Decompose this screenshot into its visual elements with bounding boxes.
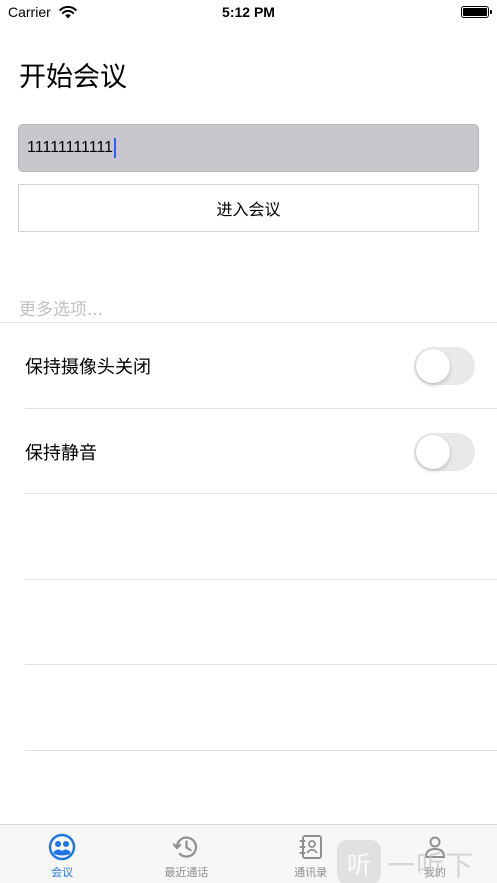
mute-toggle[interactable]	[414, 433, 475, 471]
watermark-badge: 听	[337, 840, 381, 883]
tab-label: 通讯录	[294, 866, 328, 879]
text-caret	[114, 138, 117, 158]
row-separator	[25, 750, 497, 751]
contacts-icon	[299, 835, 322, 859]
tab-label: 最近通话	[164, 866, 209, 879]
camera-off-toggle[interactable]	[414, 347, 475, 385]
join-meeting-button[interactable]: 进入会议	[18, 184, 479, 232]
status-bar: Carrier 5:12 PM	[0, 0, 497, 28]
meeting-icon	[48, 833, 76, 861]
meeting-number-value: 11111111111	[27, 139, 114, 156]
setting-row-mute: 保持静音	[0, 409, 497, 495]
toggle-knob	[416, 435, 450, 469]
battery-icon	[461, 6, 492, 18]
status-time: 5:12 PM	[222, 4, 275, 20]
watermark: 听 一听下载	[337, 838, 497, 883]
tab-recent-calls[interactable]: 最近通话	[124, 825, 248, 883]
meeting-number-input[interactable]: 11111111111	[18, 124, 479, 172]
row-separator	[25, 579, 497, 580]
tab-label: 会议	[51, 866, 74, 879]
toggle-knob	[416, 349, 450, 383]
tab-meeting[interactable]: 会议	[0, 825, 124, 883]
watermark-text: 一听下载	[387, 849, 475, 882]
setting-label: 保持摄像头关闭	[25, 357, 151, 378]
battery-level	[463, 8, 487, 16]
more-options-label: 更多选项...	[19, 300, 104, 320]
page-title: 开始会议	[19, 62, 127, 93]
row-separator	[25, 493, 497, 494]
setting-label: 保持静音	[25, 443, 97, 464]
setting-row-camera-off: 保持摄像头关闭	[0, 323, 497, 409]
history-icon	[173, 836, 198, 858]
row-separator	[25, 664, 497, 665]
